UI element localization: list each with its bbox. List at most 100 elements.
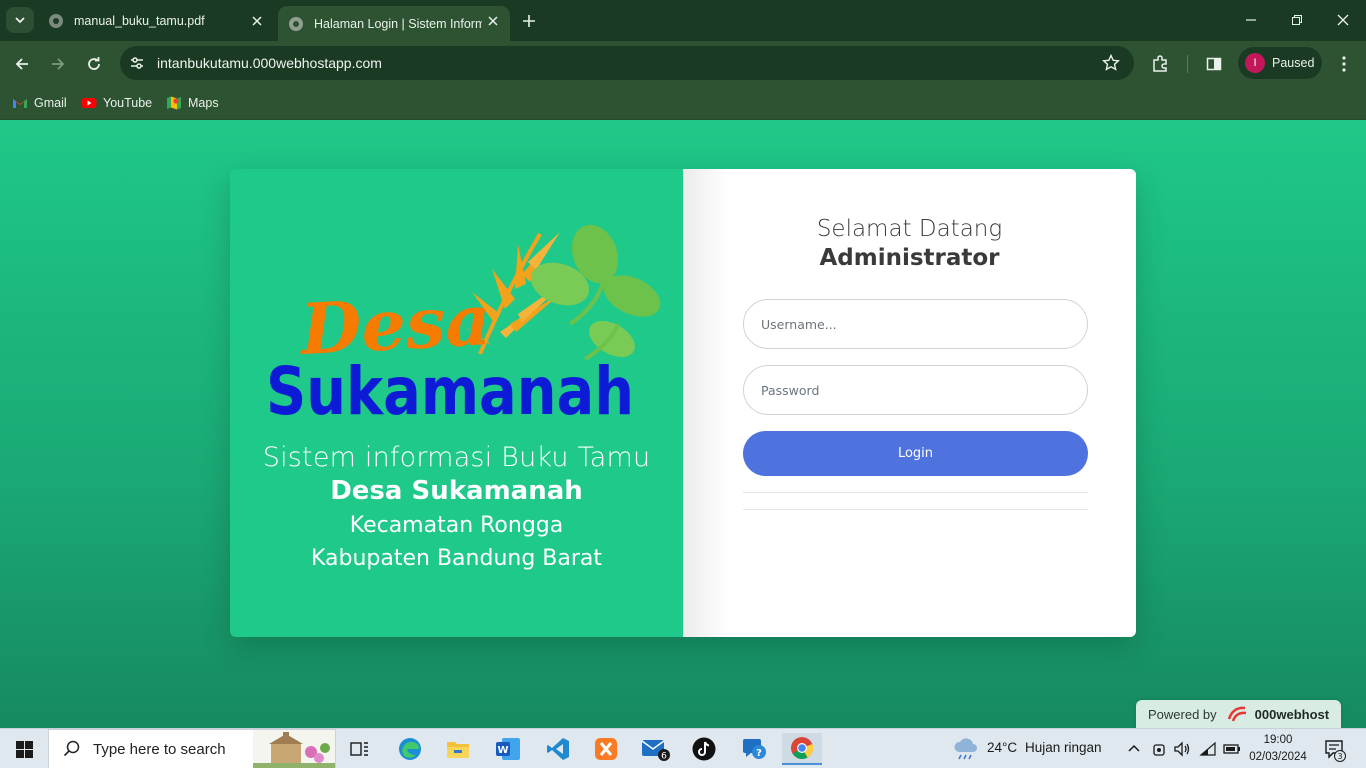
meet-now-icon[interactable] (1152, 741, 1166, 757)
globe-icon (289, 16, 303, 31)
password-input[interactable] (743, 365, 1088, 415)
mail-icon: 6 (641, 740, 670, 762)
weather-temp[interactable]: 24°C (987, 740, 1017, 755)
bookmark-label: Gmail (34, 96, 67, 110)
svg-text:W: W (497, 745, 508, 756)
weather-condition[interactable]: Hujan ringan (1025, 740, 1102, 755)
notification-center-icon[interactable]: 3 (1324, 738, 1350, 762)
login-card: Desa Sukamanah Sistem informasi Buku Tam… (230, 169, 1136, 637)
reload-button[interactable] (80, 50, 108, 78)
bookmarks-bar: Gmail YouTube Maps (0, 86, 1366, 120)
weather-rain-icon[interactable] (952, 738, 980, 760)
notification-count: 3 (1337, 752, 1342, 761)
mail-badge-count: 6 (661, 752, 667, 762)
bookmark-maps[interactable]: Maps (166, 92, 219, 114)
network-icon[interactable] (1199, 741, 1217, 757)
greeting-text: Selamat Datang (816, 216, 1003, 242)
restore-icon (1292, 15, 1302, 25)
chrome-icon (791, 737, 814, 759)
bookmark-youtube[interactable]: YouTube (81, 92, 152, 114)
plus-icon (523, 15, 535, 27)
start-button[interactable] (0, 729, 48, 768)
new-tab-button[interactable] (518, 10, 540, 32)
minimize-button[interactable] (1238, 8, 1264, 32)
powered-by-brand: 000webhost (1254, 706, 1330, 722)
page-content: Desa Sukamanah Sistem informasi Buku Tam… (0, 120, 1366, 728)
tab-title: Halaman Login | Sistem Informasi (314, 16, 482, 31)
site-settings-icon[interactable] (128, 54, 146, 72)
windows-taskbar: Type here to search W 6 ? 24°C Hujan rin… (0, 728, 1366, 768)
taskbar-tiktok[interactable] (684, 733, 724, 765)
tiktok-icon (692, 737, 716, 761)
divider (743, 509, 1088, 510)
taskbar-chrome[interactable] (782, 733, 822, 765)
side-panel-button[interactable] (1200, 50, 1228, 78)
xampp-icon (595, 738, 617, 760)
taskbar-file-explorer[interactable] (438, 733, 478, 765)
puzzle-icon (1153, 55, 1167, 72)
browser-toolbar: intanbukutamu.000webhostapp.com I Paused (0, 41, 1366, 86)
close-tab-icon[interactable] (248, 12, 266, 30)
welcome-heading: Selamat Datang Administrator (683, 215, 1136, 274)
clock-date: 02/03/2024 (1249, 751, 1307, 763)
word-icon: W (496, 738, 520, 760)
000webhost-logo-icon (1227, 706, 1246, 722)
youtube-icon (81, 98, 97, 108)
tab-search-button[interactable] (6, 7, 34, 33)
district-name: Kecamatan Rongga (349, 512, 564, 538)
profile-button[interactable]: I Paused (1238, 47, 1322, 79)
search-highlight-illustration (253, 730, 335, 768)
logo-line-sukamanah: Sukamanah (266, 353, 634, 424)
arrow-right-icon (52, 58, 65, 70)
taskbar-search[interactable]: Type here to search (48, 729, 336, 768)
taskbar-mail[interactable]: 6 (636, 733, 676, 765)
url-text[interactable]: intanbukutamu.000webhostapp.com (157, 55, 382, 71)
tab-strip: manual_buku_tamu.pdf Halaman Login | Sis… (0, 0, 1366, 41)
forward-button[interactable] (44, 50, 72, 78)
close-tab-icon[interactable] (484, 12, 502, 30)
edge-icon (399, 738, 421, 760)
battery-icon[interactable] (1222, 741, 1242, 757)
taskbar-word[interactable]: W (488, 733, 528, 765)
address-bar[interactable]: intanbukutamu.000webhostapp.com (120, 46, 1134, 80)
login-button[interactable]: Login (743, 431, 1088, 476)
system-clock[interactable]: 19:00 02/03/2024 (1244, 732, 1312, 766)
restore-button[interactable] (1284, 8, 1310, 32)
help-chat-icon: ? (743, 739, 766, 759)
tab-title: manual_buku_tamu.pdf (74, 14, 205, 28)
taskbar-edge[interactable] (390, 733, 430, 765)
browser-menu-button[interactable] (1332, 50, 1356, 78)
powered-by-badge[interactable]: Powered by 000webhost (1136, 700, 1341, 728)
tab-manual-pdf[interactable]: manual_buku_tamu.pdf (38, 6, 274, 36)
username-input[interactable] (743, 299, 1088, 349)
folder-icon (447, 742, 469, 758)
reload-icon (88, 57, 100, 70)
village-name: Desa Sukamanah (330, 475, 583, 506)
taskbar-vscode[interactable] (538, 733, 578, 765)
bookmark-label: Maps (188, 96, 219, 110)
close-window-button[interactable] (1330, 8, 1356, 32)
system-title: Sistem informasi Buku Tamu (262, 442, 651, 473)
chevron-up-icon[interactable] (1127, 742, 1141, 754)
minimize-icon (1246, 19, 1256, 21)
chevron-down-icon (15, 17, 25, 24)
kebab-menu-icon (1342, 56, 1346, 72)
task-view-button[interactable] (340, 733, 380, 765)
gmail-icon (13, 99, 27, 108)
branding-text: Sistem informasi Buku Tamu Desa Sukamana… (230, 441, 683, 575)
extensions-button[interactable] (1146, 50, 1174, 78)
powered-by-prefix: Powered by (1148, 706, 1217, 722)
back-button[interactable] (8, 50, 36, 78)
speaker-icon[interactable] (1173, 741, 1191, 757)
toolbar-separator (1187, 55, 1188, 73)
bookmark-gmail[interactable]: Gmail (12, 92, 67, 114)
tab-login-page[interactable]: Halaman Login | Sistem Informasi (278, 6, 510, 41)
taskbar-xampp[interactable] (586, 733, 626, 765)
maps-icon (167, 96, 181, 110)
search-icon (63, 740, 80, 757)
taskbar-get-help[interactable]: ? (734, 733, 774, 765)
divider (743, 492, 1088, 493)
bookmark-star-icon[interactable] (1102, 54, 1120, 72)
close-icon (1337, 14, 1349, 26)
windows-logo-icon (15, 740, 33, 758)
